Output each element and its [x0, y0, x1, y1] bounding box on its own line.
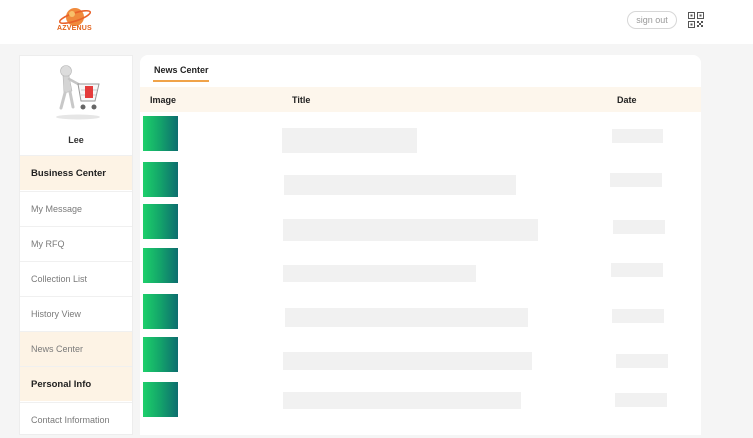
news-thumbnail[interactable] — [143, 382, 178, 417]
sign-out-button[interactable]: sign out — [627, 11, 677, 29]
sidebar-item-history-view[interactable]: History View — [20, 296, 132, 331]
news-title[interactable] — [283, 352, 532, 370]
active-tab-indicator — [153, 80, 209, 82]
avatar — [56, 65, 100, 120]
news-date — [613, 220, 665, 234]
table-header: Image Title Date — [140, 87, 701, 112]
table-row[interactable] — [140, 246, 701, 290]
news-thumbnail[interactable] — [143, 337, 178, 372]
news-thumbnail[interactable] — [143, 204, 178, 239]
sidebar-item-contact-information[interactable]: Contact Information — [20, 402, 132, 437]
column-header-title: Title — [292, 95, 311, 105]
news-thumbnail[interactable] — [143, 294, 178, 329]
table-row[interactable] — [140, 336, 701, 380]
sidebar-item-collection-list[interactable]: Collection List — [20, 261, 132, 296]
sidebar-item-news-center[interactable]: News Center — [20, 331, 132, 366]
top-header: AZVENUS sign out — [0, 0, 753, 44]
news-thumbnail[interactable] — [143, 116, 178, 151]
news-thumbnail[interactable] — [143, 162, 178, 197]
news-date — [612, 129, 663, 143]
account-sidebar: Lee Business Center My Message My RFQ Co… — [19, 55, 133, 435]
news-title[interactable] — [283, 219, 538, 241]
column-header-date: Date — [617, 95, 637, 105]
table-row[interactable] — [140, 202, 701, 246]
news-title[interactable] — [283, 265, 476, 282]
user-name: Lee — [68, 135, 84, 145]
news-date — [616, 354, 668, 368]
sidebar-item-my-rfq[interactable]: My RFQ — [20, 226, 132, 261]
news-date — [615, 393, 667, 407]
news-title[interactable] — [282, 128, 417, 153]
column-header-image: Image — [150, 95, 177, 105]
table-row[interactable] — [140, 159, 701, 203]
news-date — [610, 173, 662, 187]
tab-news-center[interactable]: News Center — [154, 65, 209, 75]
logo-text: AZVENUS — [57, 25, 92, 32]
table-row[interactable] — [140, 114, 701, 158]
news-title[interactable] — [283, 392, 521, 409]
news-thumbnail[interactable] — [143, 248, 178, 283]
sidebar-item-my-message[interactable]: My Message — [20, 191, 132, 226]
sidebar-section-business-center: Business Center — [20, 155, 132, 190]
sidebar-section-personal-info: Personal Info — [20, 366, 132, 401]
table-row[interactable] — [140, 380, 701, 424]
news-center-panel: News Center Image Title Date — [140, 55, 701, 435]
table-row[interactable] — [140, 292, 701, 336]
news-date — [611, 263, 663, 277]
news-title[interactable] — [285, 308, 528, 327]
news-date — [612, 309, 664, 323]
news-title[interactable] — [284, 175, 516, 195]
qr-code-icon[interactable] — [688, 12, 704, 28]
